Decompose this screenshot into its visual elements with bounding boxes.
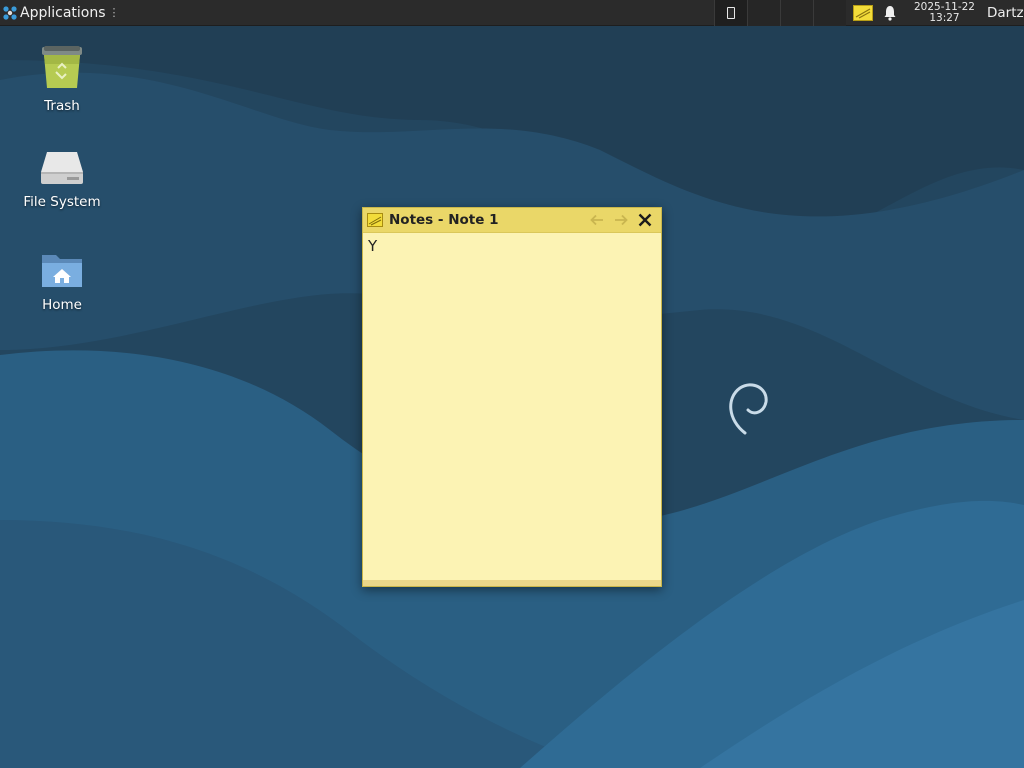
close-note-button[interactable] xyxy=(633,209,657,231)
note-title: Notes - Note 1 xyxy=(389,212,499,228)
top-panel: Applications ⋮ 2025-11-22 13:27 Dartz xyxy=(0,0,1024,26)
panel-clock[interactable]: 2025-11-22 13:27 xyxy=(913,0,975,24)
arrow-left-icon xyxy=(590,214,603,226)
clock-date: 2025-11-22 xyxy=(913,0,975,13)
note-resize-bar[interactable] xyxy=(363,580,661,586)
workspace-4[interactable] xyxy=(812,0,846,26)
user-menu[interactable]: Dartz xyxy=(987,5,1024,21)
desktop-icon-label: Home xyxy=(42,297,82,313)
workspace-switcher xyxy=(713,0,846,26)
workspace-2[interactable] xyxy=(746,0,780,26)
home-folder-icon xyxy=(42,255,82,287)
applications-label: Applications xyxy=(20,4,106,21)
window-thumbnail-icon xyxy=(726,6,735,19)
note-titlebar[interactable]: Notes - Note 1 xyxy=(363,208,661,233)
desktop-icon-file-system[interactable]: File System xyxy=(7,150,117,210)
note-app-icon xyxy=(367,213,383,227)
arrow-right-icon xyxy=(615,214,628,226)
notes-tray-icon[interactable] xyxy=(852,4,874,22)
next-note-button[interactable] xyxy=(609,209,633,231)
workspace-1[interactable] xyxy=(713,0,747,26)
xfce-logo-icon xyxy=(3,5,17,20)
notification-bell-icon[interactable] xyxy=(880,3,900,23)
clock-time: 13:27 xyxy=(929,11,960,24)
notes-window: Notes - Note 1 Y xyxy=(362,207,662,587)
desktop-icon-label: File System xyxy=(23,194,101,210)
previous-note-button[interactable] xyxy=(585,209,609,231)
desktop-icon-label: Trash xyxy=(44,98,80,114)
applications-menu-button[interactable]: Applications ⋮ xyxy=(0,0,124,26)
panel-grip-icon: ⋮ xyxy=(108,6,120,19)
note-text-area[interactable]: Y xyxy=(363,233,661,580)
drive-icon xyxy=(41,152,83,184)
close-icon xyxy=(638,213,652,227)
workspace-3[interactable] xyxy=(779,0,813,26)
desktop-icon-trash[interactable]: Trash xyxy=(7,44,117,114)
trash-icon xyxy=(42,46,82,88)
desktop-icon-home[interactable]: Home xyxy=(7,251,117,313)
